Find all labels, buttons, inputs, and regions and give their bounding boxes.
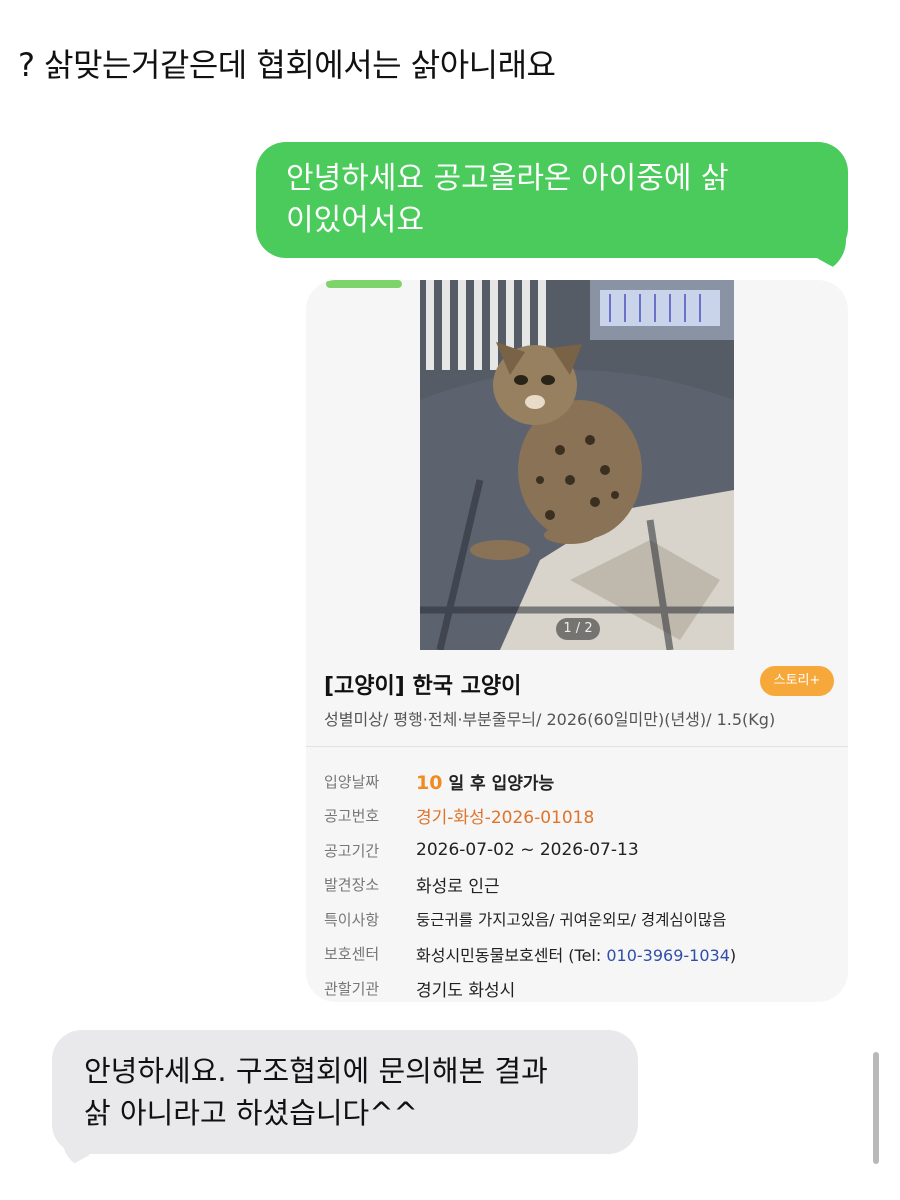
received-message-bubble[interactable]: 안녕하세요. 구조협회에 문의해본 결과 삵 아니라고 하셨습니다^^ — [52, 1030, 638, 1154]
info-row-shelter: 보호센터 화성시민동물보호센터 (Tel: 010-3969-1034) — [324, 937, 834, 972]
sent-message-bubble[interactable]: 안녕하세요 공고올라온 아이중에 삵 이있어서요 — [256, 142, 848, 258]
info-value: 2026-07-02 ~ 2026-07-13 — [416, 840, 639, 861]
photo-counter: 1 / 2 — [556, 618, 600, 640]
info-label: 공고기간 — [324, 841, 380, 860]
info-row-adoption-date: 입양날짜 10 일 후 입양가능 — [324, 764, 834, 799]
info-table: 입양날짜 10 일 후 입양가능 공고번호 경기-화성-2026-01018 공고… — [324, 764, 834, 1002]
info-value: 경기도 화성시 — [416, 980, 516, 1001]
sent-message-line1: 안녕하세요 공고올라온 아이중에 삵 — [286, 161, 729, 196]
info-row-notice-number: 공고번호 경기-화성-2026-01018 — [324, 799, 834, 834]
story-badge-button[interactable]: 스토리+ — [760, 666, 834, 696]
info-label: 특이사항 — [324, 910, 380, 929]
info-label: 입양날짜 — [324, 772, 380, 791]
days-count: 10 — [416, 771, 443, 794]
info-label: 발견장소 — [324, 876, 380, 895]
card-subtitle: 성별미상/ 평행·전체·부분줄무늬/ 2026(60일미만)(년생)/ 1.5(… — [324, 710, 776, 729]
scrollbar[interactable] — [873, 1052, 879, 1164]
received-message-line2: 삵 아니라고 하셨습니다^^ — [84, 1096, 418, 1130]
shelter-close-paren: ) — [729, 945, 737, 965]
info-value: 둥근귀를 가지고있음/ 귀여운외모/ 경계심이많음 — [416, 911, 727, 930]
info-label: 보호센터 — [324, 945, 380, 964]
adoption-text: 일 후 입양가능 — [448, 773, 555, 794]
kitten-photo[interactable]: 1 / 2 — [420, 280, 734, 650]
sent-message-line2: 이있어서요 — [286, 203, 424, 238]
info-row-notes: 특이사항 둥근귀를 가지고있음/ 귀여운외모/ 경계심이많음 — [324, 902, 834, 937]
card-divider — [306, 746, 848, 747]
phone-link[interactable]: 010-3969-1034 — [606, 946, 730, 965]
shelter-name: 화성시민동물보호센터 (Tel: — [416, 945, 607, 965]
info-value: 화성시민동물보호센터 (Tel: 010-3969-1034) — [416, 942, 736, 966]
info-value: 경기-화성-2026-01018 — [416, 808, 595, 829]
shared-notice-card[interactable]: 1 / 2 [고양이] 한국 고양이 스토리+ 성별미상/ 평행·전체·부분줄무… — [306, 280, 848, 1002]
info-row-notice-period: 공고기간 2026-07-02 ~ 2026-07-13 — [324, 833, 834, 868]
card-tab-accent — [326, 280, 402, 288]
caption-text: ? 삵맞는거같은데 협회에서는 삵아니래요 — [18, 46, 556, 84]
card-title: [고양이] 한국 고양이 — [324, 674, 522, 699]
info-label: 공고번호 — [324, 807, 380, 826]
info-row-agency: 관할기관 경기도 화성시 — [324, 971, 834, 1002]
info-label: 관할기관 — [324, 979, 380, 998]
info-value: 10 일 후 입양가능 — [416, 769, 554, 794]
info-row-found-place: 발견장소 화성로 인근 — [324, 868, 834, 903]
received-message-line1: 안녕하세요. 구조협회에 문의해본 결과 — [84, 1054, 548, 1088]
kitten-photo-illustration — [420, 280, 734, 650]
info-value: 화성로 인근 — [416, 877, 500, 898]
